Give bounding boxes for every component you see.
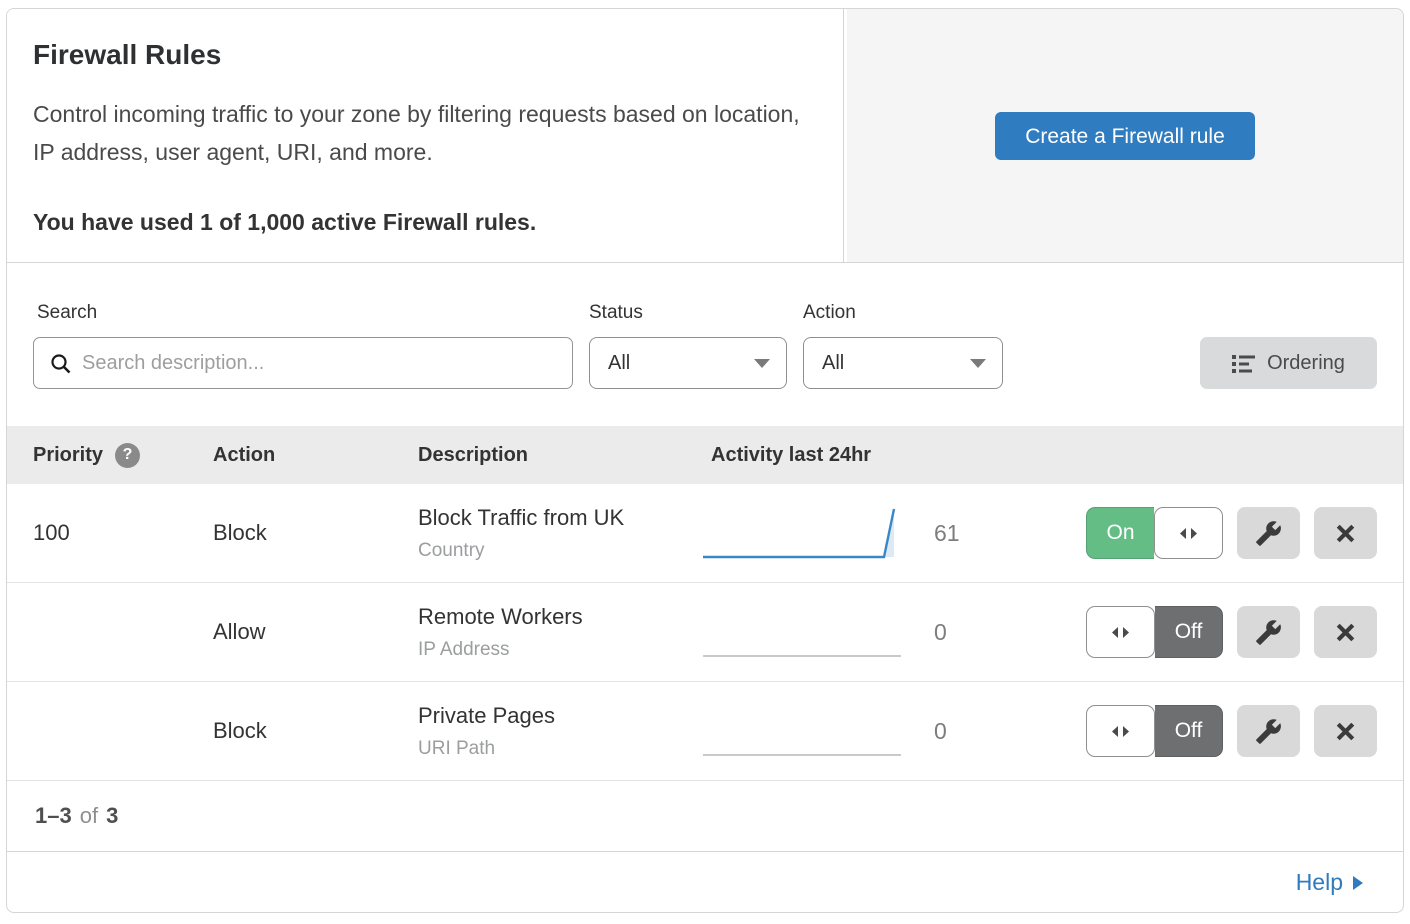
rule-description: Remote Workers [418,604,711,630]
column-header-priority: Priority ? [33,443,213,468]
ordering-list-icon [1232,354,1255,373]
rule-description: Block Traffic from UK [418,505,711,531]
status-select[interactable]: All [589,337,787,389]
action-select[interactable]: All [803,337,1003,389]
toggle-handle[interactable] [1086,606,1155,658]
rule-match-type: IP Address [418,639,711,661]
usage-note: You have used 1 of 1,000 active Firewall… [33,209,811,236]
arrow-right-icon [1353,876,1363,890]
drag-arrows-icon [1110,625,1131,640]
wrench-icon [1255,718,1282,745]
rule-description-cell: Remote Workers IP Address [418,604,711,661]
toggle-handle[interactable] [1154,507,1223,559]
rule-activity-cell: 61 [711,504,1086,562]
edit-rule-button[interactable] [1237,507,1300,559]
edit-rule-button[interactable] [1237,705,1300,757]
status-filter-group: Status All [589,302,787,426]
toggle-off-label: Off [1155,606,1223,658]
column-header-activity: Activity last 24hr [711,444,1086,467]
activity-count: 0 [934,718,947,745]
rule-match-type: URI Path [418,738,711,760]
page-title: Firewall Rules [33,39,811,71]
table-row: 100 Block Block Traffic from UK Country … [7,484,1403,583]
search-label: Search [37,302,573,324]
rule-match-type: Country [418,540,711,562]
search-input[interactable] [34,338,572,388]
wrench-icon [1255,619,1282,646]
table-row: Block Private Pages URI Path 0 Off [7,682,1403,781]
wrench-icon [1255,520,1282,547]
delete-rule-button[interactable] [1314,705,1377,757]
delete-rule-button[interactable] [1314,606,1377,658]
pagination-total: 3 [106,803,118,829]
help-link[interactable]: Help [1296,869,1363,896]
toggle-on-label: On [1086,507,1154,559]
rule-description-cell: Block Traffic from UK Country [418,505,711,562]
column-header-description: Description [418,444,711,467]
table-row: Allow Remote Workers IP Address 0 Off [7,583,1403,682]
priority-help-icon[interactable]: ? [115,443,140,468]
action-filter-group: Action All [803,302,1003,426]
close-icon [1333,719,1358,744]
chevron-down-icon [970,359,986,368]
filter-bar: Search Status All Action All [7,263,1403,426]
activity-sparkline [701,603,906,661]
rule-enabled-toggle[interactable]: Off [1086,705,1223,757]
close-icon [1333,521,1358,546]
ordering-button-label: Ordering [1267,352,1345,375]
activity-sparkline [701,504,906,562]
table-header-row: Priority ? Action Description Activity l… [7,426,1403,484]
rule-priority: 100 [33,520,213,546]
help-bar: Help [7,851,1403,913]
page-description: Control incoming traffic to your zone by… [33,95,803,171]
search-filter-group: Search [33,302,573,426]
rule-activity-cell: 0 [711,702,1086,760]
rule-controls: Off [1086,606,1383,658]
pagination-summary: 1–3 of 3 [7,781,1403,851]
status-label: Status [589,302,787,324]
drag-arrows-icon [1178,526,1199,541]
close-icon [1333,620,1358,645]
column-header-action: Action [213,444,418,467]
search-field [33,337,573,389]
header-section: Firewall Rules Control incoming traffic … [7,9,1403,263]
pagination-of: of [80,803,98,829]
rule-enabled-toggle[interactable]: On [1086,507,1223,559]
header-text-panel: Firewall Rules Control incoming traffic … [7,9,844,262]
action-label: Action [803,302,1003,324]
create-firewall-rule-button[interactable]: Create a Firewall rule [995,112,1255,160]
firewall-rules-card: Firewall Rules Control incoming traffic … [6,8,1404,913]
action-select-value: All [822,352,844,375]
edit-rule-button[interactable] [1237,606,1300,658]
activity-count: 61 [934,520,960,547]
rule-activity-cell: 0 [711,603,1086,661]
rule-description: Private Pages [418,703,711,729]
help-link-label: Help [1296,869,1343,896]
activity-count: 0 [934,619,947,646]
rule-description-cell: Private Pages URI Path [418,703,711,760]
toggle-off-label: Off [1155,705,1223,757]
rule-action: Allow [213,619,418,645]
toggle-handle[interactable] [1086,705,1155,757]
ordering-button[interactable]: Ordering [1200,337,1377,389]
rule-action: Block [213,520,418,546]
rule-controls: Off [1086,705,1383,757]
header-action-panel: Create a Firewall rule [844,9,1403,262]
rule-action: Block [213,718,418,744]
pagination-range: 1–3 [35,803,72,829]
search-icon [49,352,73,376]
status-select-value: All [608,352,630,375]
rule-enabled-toggle[interactable]: Off [1086,606,1223,658]
delete-rule-button[interactable] [1314,507,1377,559]
rule-controls: On [1086,507,1383,559]
drag-arrows-icon [1110,724,1131,739]
activity-sparkline [701,702,906,760]
chevron-down-icon [754,359,770,368]
